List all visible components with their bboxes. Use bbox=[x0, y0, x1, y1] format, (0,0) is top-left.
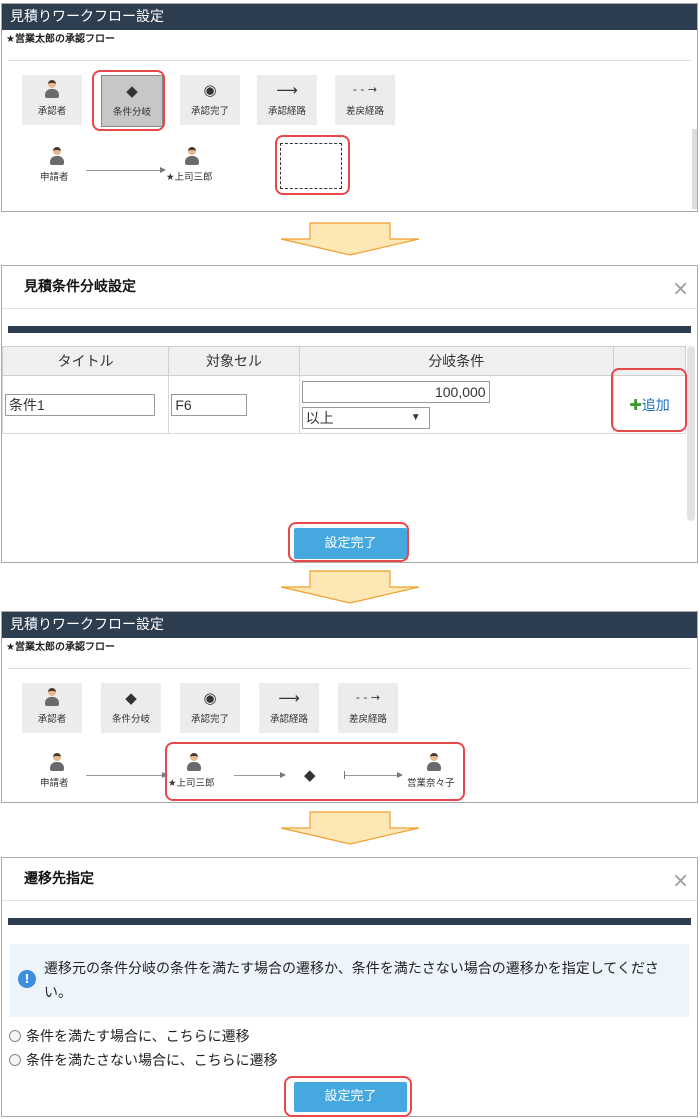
highlight-branch-flow bbox=[165, 742, 465, 801]
tool-approval-route[interactable]: ⟶ 承認経路 bbox=[257, 75, 317, 125]
tool-complete[interactable]: ◉ 承認完了 bbox=[180, 683, 240, 733]
dialog-title: 見積条件分岐設定 bbox=[24, 279, 136, 295]
title-input[interactable]: 条件1 bbox=[5, 393, 155, 416]
person-icon bbox=[22, 683, 82, 709]
chevron-down-icon: ▼ bbox=[410, 411, 421, 423]
down-arrow-icon bbox=[280, 570, 420, 604]
tool-return-route[interactable]: - - → 差戻経路 bbox=[335, 75, 395, 125]
header-bar bbox=[8, 918, 691, 925]
divider bbox=[2, 308, 697, 309]
radio-not-satisfy[interactable] bbox=[9, 1054, 21, 1066]
tool-return-route[interactable]: - - → 差戻経路 bbox=[338, 683, 398, 733]
branch-table: タイトル 対象セル 分岐条件 条件1 F6 100,000 以上 ▼ ✚追加 bbox=[2, 346, 687, 434]
target-icon: ◉ bbox=[203, 81, 217, 99]
scrollbar[interactable] bbox=[692, 129, 697, 209]
dashed-arrow-icon: - - → bbox=[352, 83, 378, 96]
boss-icon bbox=[184, 147, 200, 165]
highlight-branch-tool bbox=[92, 70, 165, 131]
radio-satisfy[interactable] bbox=[9, 1030, 21, 1042]
node-applicant[interactable]: 申請者 bbox=[40, 169, 69, 183]
highlight-placeholder bbox=[275, 135, 350, 195]
route-line bbox=[86, 170, 162, 171]
branch-settings-dialog: 見積条件分岐設定 × タイトル 対象セル 分岐条件 条件1 F6 100,000… bbox=[1, 265, 698, 563]
table-row: 条件1 F6 100,000 以上 ▼ ✚追加 bbox=[2, 375, 687, 434]
info-message: 遷移元の条件分岐の条件を満たす場合の遷移か、条件を満たさない場合の遷移かを指定し… bbox=[44, 961, 659, 1001]
tool-branch[interactable]: ◆ 条件分岐 bbox=[101, 683, 161, 733]
node-applicant[interactable]: 申請者 bbox=[40, 775, 69, 789]
info-icon: ! bbox=[18, 970, 36, 988]
highlight-submit bbox=[288, 522, 409, 562]
dashed-arrow-icon: - - → bbox=[355, 691, 381, 704]
highlight-submit bbox=[284, 1076, 412, 1117]
scrollbar[interactable] bbox=[687, 346, 695, 521]
close-icon[interactable]: × bbox=[672, 276, 689, 300]
down-arrow-icon bbox=[280, 811, 420, 845]
target-icon: ◉ bbox=[203, 689, 217, 707]
col-condition: 分岐条件 bbox=[298, 346, 614, 376]
flow-name: ★営業太郎の承認フロー bbox=[6, 34, 115, 45]
radio-satisfy-label[interactable]: 条件を満たす場合に、こちらに遷移 bbox=[26, 1026, 250, 1046]
arrow-right-icon: ⟶ bbox=[278, 689, 300, 707]
dialog-title: 遷移先指定 bbox=[24, 871, 94, 887]
route-line bbox=[86, 775, 164, 776]
cell-input[interactable]: F6 bbox=[171, 393, 248, 416]
tool-complete[interactable]: ◉ 承認完了 bbox=[180, 75, 240, 125]
info-box: ! 遷移元の条件分岐の条件を満たす場合の遷移か、条件を満たさない場合の遷移かを指… bbox=[10, 944, 689, 1017]
col-cell: 対象セル bbox=[168, 346, 300, 376]
close-icon[interactable]: × bbox=[672, 868, 689, 892]
header-bar bbox=[8, 326, 691, 333]
flow-name: ★営業太郎の承認フロー bbox=[6, 642, 115, 653]
tool-approver[interactable]: 承認者 bbox=[22, 683, 82, 733]
col-title: タイトル bbox=[2, 346, 170, 376]
panel-title: 見積りワークフロー設定 bbox=[2, 4, 697, 30]
arrow-right-icon: ⟶ bbox=[276, 81, 298, 99]
divider bbox=[2, 900, 697, 901]
highlight-add bbox=[611, 368, 687, 432]
radio-not-satisfy-label[interactable]: 条件を満たさない場合に、こちらに遷移 bbox=[26, 1050, 278, 1070]
applicant-icon bbox=[49, 147, 65, 165]
panel-title: 見積りワークフロー設定 bbox=[2, 612, 697, 638]
threshold-input[interactable]: 100,000 bbox=[301, 380, 490, 403]
tool-approver[interactable]: 承認者 bbox=[22, 75, 82, 125]
node-boss[interactable]: ★上司三郎 bbox=[166, 169, 213, 183]
applicant-icon bbox=[49, 753, 65, 771]
person-icon bbox=[22, 75, 82, 101]
down-arrow-icon bbox=[280, 222, 420, 256]
tool-approval-route[interactable]: ⟶ 承認経路 bbox=[259, 683, 319, 733]
operator-select[interactable]: 以上 ▼ bbox=[301, 406, 430, 429]
diamond-icon: ◆ bbox=[125, 689, 137, 707]
